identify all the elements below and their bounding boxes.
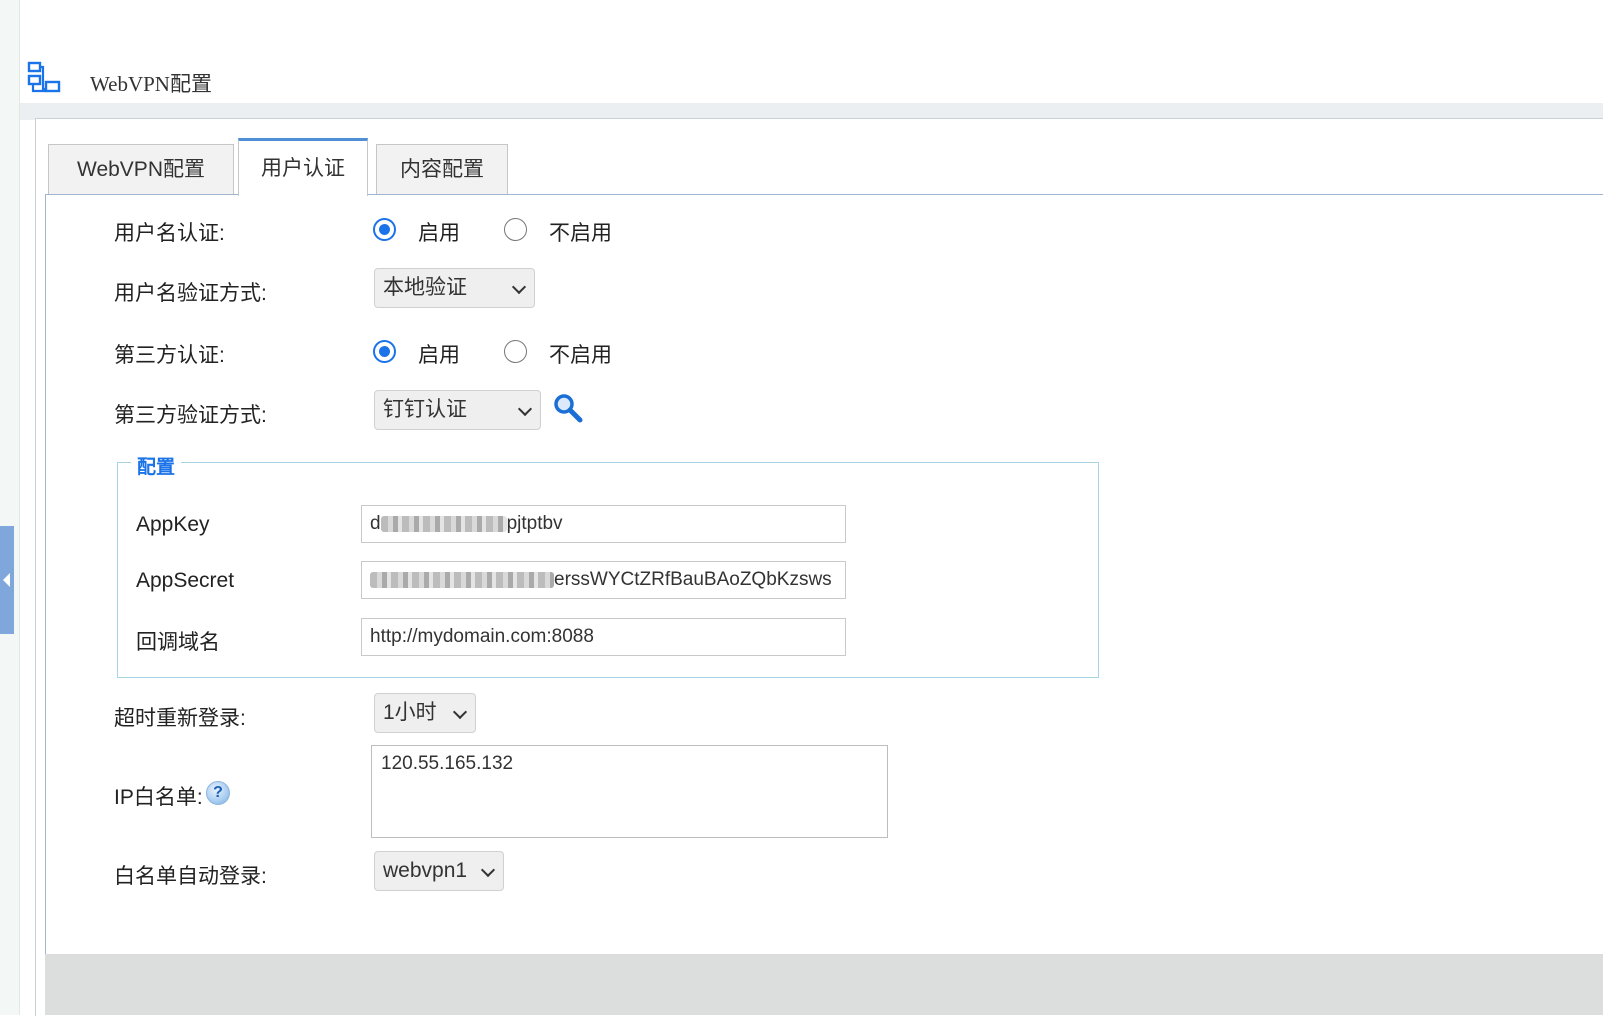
whitelist-auto-login-select[interactable]: webvpn1 [374,851,504,891]
third-party-method-select[interactable]: 钉钉认证 [374,390,541,430]
ip-whitelist-textarea[interactable]: 120.55.165.132 [371,745,888,838]
appsecret-input[interactable]: erssWYCtZRfBauBAoZQbKzsws [361,561,846,599]
network-icon [27,61,61,93]
collapse-arrow-icon [3,573,10,587]
whitelist-auto-login-label: 白名单自动登录: [114,865,267,888]
third-party-auth-label: 第三方认证: [114,344,225,367]
appkey-input[interactable]: d pjtptbv [361,505,846,543]
timeout-relogin-select[interactable]: 1小时 [374,693,476,733]
username-auth-label: 用户名认证: [114,222,225,245]
search-icon[interactable] [553,393,583,423]
tab-user-auth[interactable]: 用户认证 [238,138,368,196]
third-party-method-label: 第三方验证方式: [114,404,267,427]
third-party-auth-disable-radio[interactable] [504,340,527,363]
third-party-method-value: 钉钉认证 [383,398,467,421]
chevron-down-icon [480,862,496,878]
appsecret-redaction [370,571,554,588]
bottom-toolbar [45,954,1603,1015]
timeout-relogin-label: 超时重新登录: [114,707,246,730]
help-icon[interactable]: ? [206,781,230,805]
third-party-auth-disable-label[interactable]: 不启用 [549,339,612,369]
content-border [45,194,46,954]
whitelist-auto-login-value: webvpn1 [383,859,468,882]
appsecret-value-suffix: erssWYCtZRfBauBAoZQbKzsws [554,569,832,590]
third-party-auth-enable-label[interactable]: 启用 [418,339,460,369]
callback-domain-input[interactable]: http://mydomain.com:8088 [361,618,846,656]
left-strip-divider [19,0,20,1015]
username-method-select[interactable]: 本地验证 [374,268,535,308]
sidebar-collapse-handle[interactable] [0,526,14,634]
username-method-value: 本地验证 [383,276,467,299]
username-auth-enable-label[interactable]: 启用 [418,217,460,247]
chevron-down-icon [452,704,468,720]
title-bar [20,0,1603,103]
username-auth-disable-label[interactable]: 不启用 [549,217,612,247]
ip-whitelist-label: IP白名单: [114,786,203,809]
tab-content-config[interactable]: 内容配置 [376,144,508,194]
appkey-label: AppKey [136,513,210,536]
appkey-value-prefix: d [370,513,381,534]
appkey-redaction [380,515,507,532]
callback-domain-label: 回调域名 [136,631,220,654]
username-method-label: 用户名验证方式: [114,282,267,305]
config-legend: 配置 [131,452,182,479]
appkey-value-suffix: pjtptbv [506,513,563,534]
chevron-down-icon [511,279,527,295]
appsecret-label: AppSecret [136,569,235,592]
username-auth-enable-radio[interactable] [373,218,396,241]
tab-webvpn-config[interactable]: WebVPN配置 [48,144,234,194]
third-party-auth-enable-radio[interactable] [373,340,396,363]
username-auth-disable-radio[interactable] [504,218,527,241]
left-strip [0,0,19,1015]
page-title: WebVPN配置 [90,72,212,96]
timeout-relogin-value: 1小时 [383,701,437,724]
chevron-down-icon [517,401,533,417]
